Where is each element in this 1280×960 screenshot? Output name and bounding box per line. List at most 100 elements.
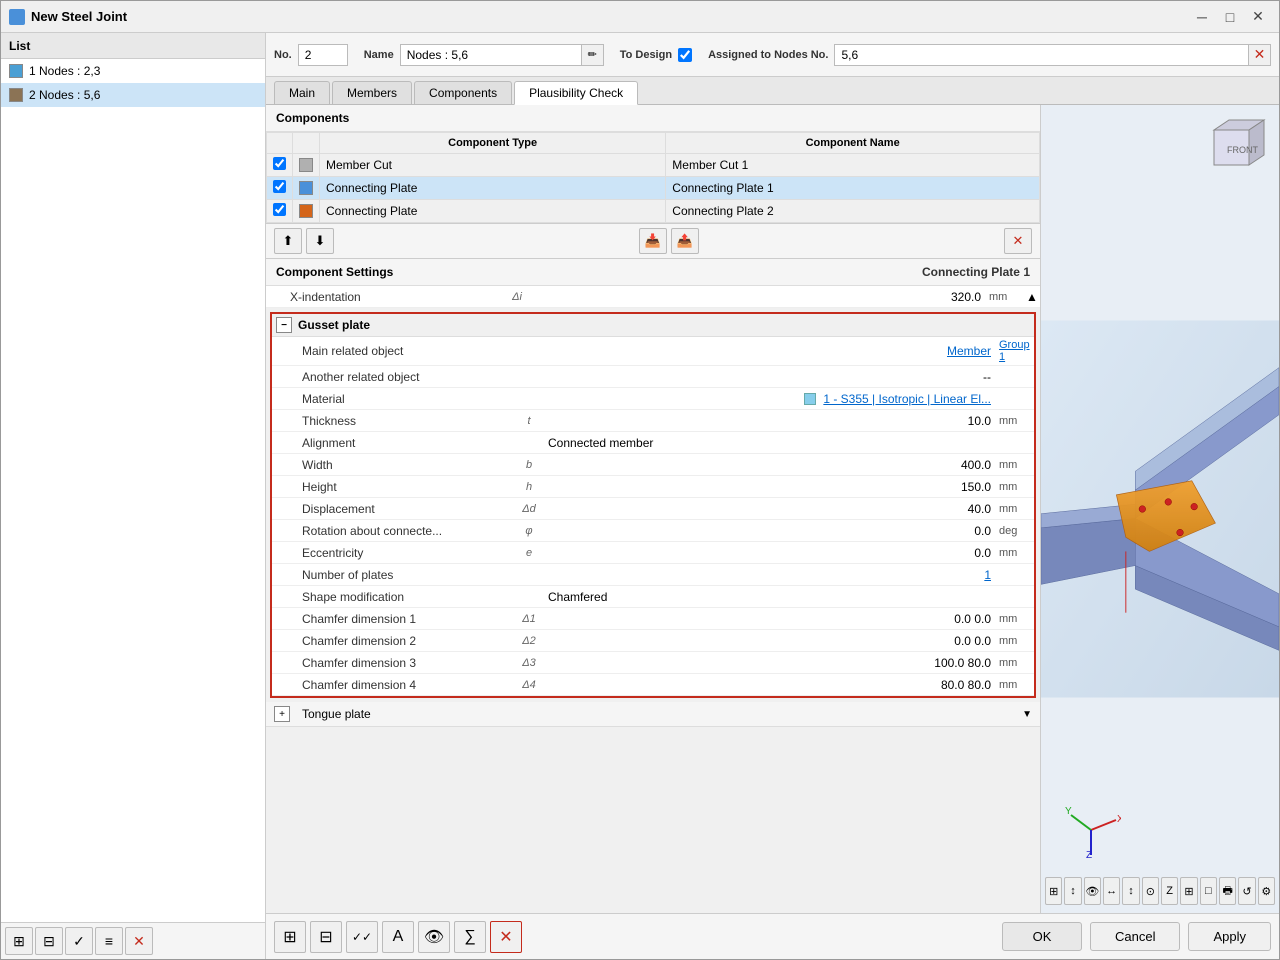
row-checkbox[interactable] — [273, 180, 286, 193]
thickness-label: Thickness — [294, 414, 514, 428]
displacement-row: Displacement Δd 40.0 mm — [272, 498, 1034, 520]
view-btn-12[interactable]: ⚙ — [1258, 877, 1275, 905]
height-row: Height h 150.0 mm — [272, 476, 1034, 498]
bottom-btn-2[interactable]: ⊟ — [310, 921, 342, 953]
move-up-button[interactable]: ⬆ — [274, 228, 302, 254]
bottom-btn-1[interactable]: ⊞ — [274, 921, 306, 953]
tongue-expand-button[interactable]: + — [274, 706, 290, 722]
tab-components[interactable]: Components — [414, 81, 512, 104]
list-item[interactable]: 2 Nodes : 5,6 — [1, 83, 265, 107]
chamfer2-sym: Δ2 — [514, 635, 544, 647]
width-row: Width b 400.0 mm — [272, 454, 1034, 476]
bottom-btn-4[interactable]: A — [382, 921, 414, 953]
bottom-btn-6[interactable]: ∑ — [454, 921, 486, 953]
bottom-delete-button[interactable]: ✕ — [490, 921, 522, 953]
displacement-label: Displacement — [294, 502, 514, 516]
view-btn-10[interactable]: 🖶 — [1219, 877, 1236, 905]
left-panel-toolbar: ⊞ ⊟ ✓ ≡ ✕ — [1, 922, 265, 959]
export-button[interactable]: 📤 — [671, 228, 699, 254]
minimize-button[interactable]: ─ — [1189, 6, 1215, 28]
no-label: No. — [274, 49, 292, 61]
table-row[interactable]: Connecting Plate Connecting Plate 1 — [267, 177, 1040, 200]
delete-comp-button[interactable]: ✕ — [1004, 228, 1032, 254]
material-value: 1 - S355 | Isotropic | Linear El... — [544, 392, 999, 406]
main-related-label: Main related object — [294, 344, 514, 358]
move-down-button[interactable]: ⬇ — [306, 228, 334, 254]
chamfer3-row: Chamfer dimension 3 Δ3 100.0 80.0 mm — [272, 652, 1034, 674]
main-related-value: Member — [544, 344, 999, 358]
apply-button[interactable]: Apply — [1188, 922, 1271, 951]
tongue-plate-section[interactable]: + Tongue plate ▼ — [266, 702, 1040, 727]
maximize-button[interactable]: □ — [1217, 6, 1243, 28]
name-edit-button[interactable]: ✏ — [581, 45, 603, 65]
orientation-cube[interactable]: FRONT — [1209, 115, 1269, 175]
row-name: Member Cut 1 — [666, 154, 1040, 177]
3d-viewport[interactable]: FRONT ⊞ ↕ 👁 ↔ ↕ ⊙ Z ⊞ □ 🖶 — [1041, 105, 1279, 913]
view-btn-7[interactable]: Z — [1161, 877, 1178, 905]
view-btn-2[interactable]: ↕ — [1064, 877, 1081, 905]
gusset-plate-section: − Gusset plate Main related object Membe… — [270, 312, 1036, 698]
view-btn-3[interactable]: 👁 — [1084, 877, 1101, 905]
view-btn-11[interactable]: ↺ — [1238, 877, 1255, 905]
num-plates-row: Number of plates 1 — [272, 564, 1034, 586]
collapse-button[interactable]: − — [276, 317, 292, 333]
list-item-color — [9, 64, 23, 78]
app-icon — [9, 9, 25, 25]
row-type: Connecting Plate — [320, 177, 666, 200]
color-col-header — [293, 133, 320, 154]
eccentricity-value: 0.0 — [544, 546, 999, 560]
to-design-checkbox[interactable] — [678, 48, 692, 62]
view-btn-6[interactable]: ⊙ — [1142, 877, 1159, 905]
view-btn-1[interactable]: ⊞ — [1045, 877, 1062, 905]
add-joint-button[interactable]: ⊞ — [5, 927, 33, 955]
another-related-row: Another related object -- — [272, 366, 1034, 388]
left-panel: List 1 Nodes : 2,3 2 Nodes : 5,6 ⊞ ⊟ ✓ ≡… — [1, 33, 266, 959]
cancel-button[interactable]: Cancel — [1090, 922, 1180, 951]
view-btn-5[interactable]: ↕ — [1122, 877, 1139, 905]
list-item-label: 1 Nodes : 2,3 — [29, 64, 100, 78]
chamfer4-unit: mm — [999, 679, 1034, 691]
table-row[interactable]: Connecting Plate Connecting Plate 2 — [267, 200, 1040, 223]
check-col-header — [267, 133, 293, 154]
assigned-clear-button[interactable]: ✕ — [1248, 45, 1270, 65]
chamfer2-unit: mm — [999, 635, 1034, 647]
shape-mod-value: Chamfered — [544, 590, 999, 604]
view-btn-9[interactable]: □ — [1200, 877, 1217, 905]
shape-mod-row: Shape modification Chamfered — [272, 586, 1034, 608]
table-row[interactable]: Member Cut Member Cut 1 — [267, 154, 1040, 177]
list-items: 1 Nodes : 2,3 2 Nodes : 5,6 — [1, 59, 265, 922]
bottom-btn-3[interactable]: ✓✓ — [346, 921, 378, 953]
alignment-value: Connected member — [544, 436, 999, 450]
chamfer2-row: Chamfer dimension 2 Δ2 0.0 0.0 mm — [272, 630, 1034, 652]
list-item[interactable]: 1 Nodes : 2,3 — [1, 59, 265, 83]
delete-button[interactable]: ✕ — [125, 927, 153, 955]
bottom-btn-5[interactable]: 👁 — [418, 921, 450, 953]
right-area: No. 2 Name Nodes : 5,6 ✏ To Design — [266, 33, 1279, 959]
view-btn-4[interactable]: ↔ — [1103, 877, 1120, 905]
scroll-up-btn[interactable]: ▲ — [1024, 290, 1040, 304]
tab-main[interactable]: Main — [274, 81, 330, 104]
displacement-unit: mm — [999, 503, 1034, 515]
tab-members[interactable]: Members — [332, 81, 412, 104]
ok-button[interactable]: OK — [1002, 922, 1082, 951]
duplicate-button[interactable]: ⊟ — [35, 927, 63, 955]
gusset-header[interactable]: − Gusset plate — [272, 314, 1034, 337]
check-button[interactable]: ✓ — [65, 927, 93, 955]
to-design-field: To Design — [620, 48, 692, 62]
material-indicator — [804, 393, 816, 405]
view-btn-8[interactable]: ⊞ — [1180, 877, 1197, 905]
chamfer3-value: 100.0 80.0 — [544, 656, 999, 670]
menu-button[interactable]: ≡ — [95, 927, 123, 955]
import-button[interactable]: 📥 — [639, 228, 667, 254]
row-checkbox[interactable] — [273, 157, 286, 170]
chamfer1-sym: Δ1 — [514, 613, 544, 625]
close-button[interactable]: ✕ — [1245, 6, 1271, 28]
thickness-sym: t — [514, 415, 544, 427]
row-checkbox[interactable] — [273, 203, 286, 216]
x-indentation-symbol: Δi — [502, 291, 532, 303]
tab-plausibility-check[interactable]: Plausibility Check — [514, 81, 638, 105]
displacement-sym: Δd — [514, 503, 544, 515]
rotation-row: Rotation about connecte... φ 0.0 deg — [272, 520, 1034, 542]
thickness-row: Thickness t 10.0 mm — [272, 410, 1034, 432]
table-toolbar: ⬆ ⬇ 📥 📤 ✕ — [266, 224, 1040, 259]
